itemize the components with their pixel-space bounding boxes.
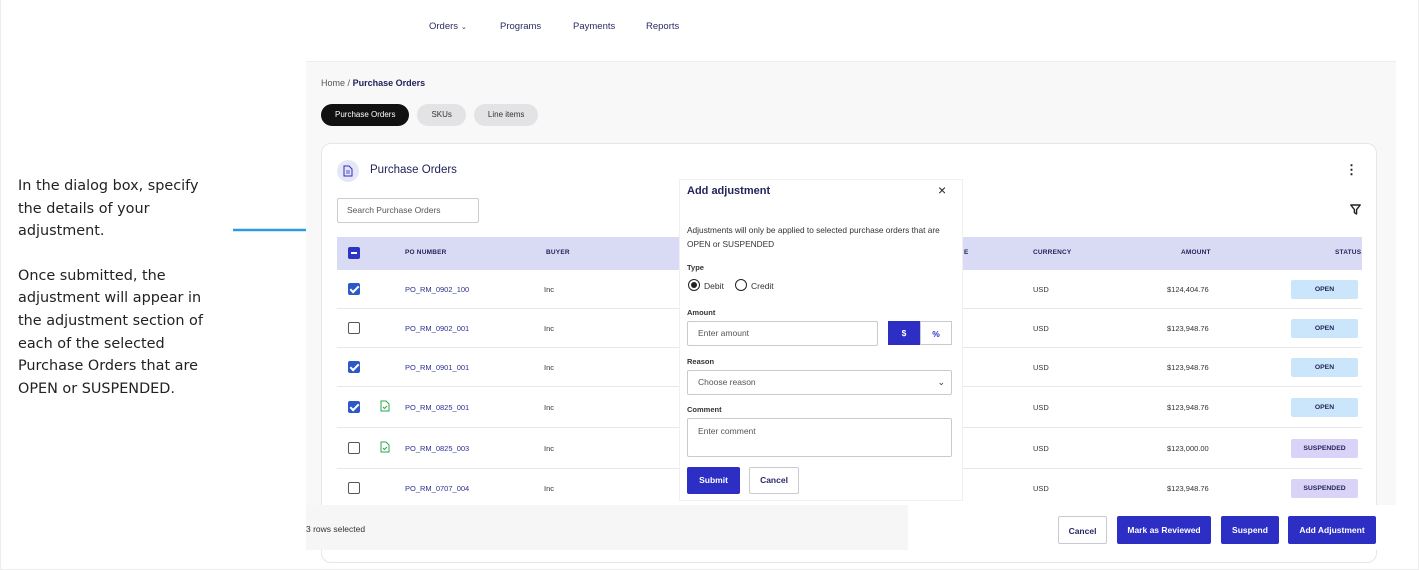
document-icon — [337, 160, 359, 182]
selection-count: 3 rows selected — [306, 524, 366, 534]
status-badge: OPEN — [1291, 398, 1358, 417]
close-icon[interactable]: × — [938, 182, 946, 198]
header-date-partial[interactable]: E — [964, 249, 969, 256]
po-number-link[interactable]: PO_RM_0902_001 — [405, 324, 469, 333]
comment-textarea[interactable]: Enter comment — [687, 418, 952, 457]
status-badge: OPEN — [1291, 280, 1358, 299]
bulk-action-bar: 3 rows selected Cancel Mark as Reviewed … — [306, 505, 1396, 550]
po-number-link[interactable]: PO_RM_0825_003 — [405, 444, 469, 453]
add-adjustment-dialog: Add adjustment × Adjustments will only b… — [680, 180, 962, 500]
row-checkbox[interactable] — [348, 361, 360, 373]
amount-cell: $123,948.76 — [1167, 403, 1209, 412]
po-number-link[interactable]: PO_RM_0901_001 — [405, 363, 469, 372]
reason-label: Reason — [687, 357, 715, 366]
buyer-cell: Inc — [544, 363, 555, 372]
header-po-number[interactable]: PO NUMBER — [405, 249, 447, 256]
debit-radio[interactable] — [688, 279, 700, 291]
view-tabs: Purchase Orders SKUs Line items — [321, 104, 539, 126]
status-badge: SUSPENDED — [1291, 479, 1358, 498]
more-options-icon[interactable]: ⋮ — [1345, 163, 1358, 176]
percent-toggle[interactable]: % — [920, 321, 952, 345]
status-badge: SUSPENDED — [1291, 439, 1358, 458]
top-nav: Orders ⌄ Programs Payments Reports — [306, 0, 1396, 62]
chevron-down-icon: ⌄ — [461, 24, 467, 31]
mark-as-reviewed-button[interactable]: Mark as Reviewed — [1117, 516, 1211, 544]
filter-icon[interactable] — [1350, 204, 1361, 215]
amount-input[interactable]: Enter amount — [687, 321, 878, 346]
currency-cell: USD — [1033, 403, 1049, 412]
chevron-down-icon: ⌄ — [937, 377, 945, 387]
nav-orders-label: Orders — [429, 21, 459, 32]
buyer-cell: Inc — [544, 324, 555, 333]
breadcrumb-separator: / — [347, 78, 351, 88]
nav-reports[interactable]: Reports — [646, 21, 679, 32]
breadcrumb-home[interactable]: Home — [321, 78, 345, 88]
credit-radio[interactable] — [735, 279, 747, 291]
status-badge: OPEN — [1291, 319, 1358, 338]
amount-cell: $123,000.00 — [1167, 444, 1209, 453]
buyer-cell: Inc — [544, 403, 555, 412]
comment-label: Comment — [687, 405, 722, 414]
footer-shade — [306, 505, 908, 550]
amount-cell: $124,404.76 — [1167, 285, 1209, 294]
row-checkbox[interactable] — [348, 401, 360, 413]
row-checkbox[interactable] — [348, 283, 360, 295]
instruction-callout: In the dialog box, specify the details o… — [18, 175, 223, 400]
po-number-link[interactable]: PO_RM_0707_004 — [405, 484, 469, 493]
nav-orders[interactable]: Orders ⌄ — [429, 21, 467, 32]
row-checkbox[interactable] — [348, 442, 360, 454]
amount-cell: $123,948.76 — [1167, 484, 1209, 493]
callout-paragraph-1: In the dialog box, specify the details o… — [18, 178, 199, 240]
document-check-icon — [380, 441, 390, 453]
header-currency[interactable]: CURRENCY — [1033, 249, 1071, 256]
breadcrumb-current: Purchase Orders — [352, 78, 426, 88]
row-checkbox[interactable] — [348, 482, 360, 494]
card-title: Purchase Orders — [370, 164, 457, 176]
select-all-checkbox[interactable] — [348, 247, 360, 259]
dollar-toggle[interactable]: $ — [888, 321, 920, 345]
document-check-icon — [380, 400, 390, 412]
header-buyer[interactable]: BUYER — [546, 249, 570, 256]
tab-line-items[interactable]: Line items — [473, 104, 539, 126]
row-checkbox[interactable] — [348, 322, 360, 334]
dialog-title: Add adjustment — [687, 185, 771, 197]
dialog-note: Adjustments will only be applied to sele… — [687, 225, 940, 249]
status-badge: OPEN — [1291, 358, 1358, 377]
dialog-cancel-button[interactable]: Cancel — [749, 467, 799, 494]
currency-cell: USD — [1033, 444, 1049, 453]
cancel-button[interactable]: Cancel — [1058, 516, 1107, 544]
reason-select[interactable]: Choose reason ⌄ — [687, 370, 952, 395]
add-adjustment-button[interactable]: Add Adjustment — [1288, 516, 1376, 544]
po-number-link[interactable]: PO_RM_0825_001 — [405, 403, 469, 412]
submit-button[interactable]: Submit — [687, 467, 740, 494]
buyer-cell: Inc — [544, 444, 555, 453]
reason-select-value: Choose reason — [698, 377, 756, 387]
debit-label[interactable]: Debit — [704, 281, 724, 291]
currency-cell: USD — [1033, 484, 1049, 493]
header-amount[interactable]: AMOUNT — [1181, 249, 1211, 256]
buyer-cell: Inc — [544, 484, 555, 493]
nav-payments[interactable]: Payments — [573, 21, 615, 32]
currency-cell: USD — [1033, 324, 1049, 333]
currency-cell: USD — [1033, 363, 1049, 372]
search-input[interactable]: Search Purchase Orders — [337, 198, 479, 223]
amount-cell: $123,948.76 — [1167, 324, 1209, 333]
type-label: Type — [687, 263, 704, 272]
callout-paragraph-2: Once submitted, the adjustment will appe… — [18, 267, 203, 397]
amount-cell: $123,948.76 — [1167, 363, 1209, 372]
credit-label[interactable]: Credit — [751, 281, 774, 291]
suspend-button[interactable]: Suspend — [1221, 516, 1279, 544]
tab-purchase-orders[interactable]: Purchase Orders — [321, 104, 410, 126]
po-number-link[interactable]: PO_RM_0902_100 — [405, 285, 469, 294]
header-status[interactable]: STATUS — [1335, 249, 1361, 256]
nav-programs[interactable]: Programs — [500, 21, 541, 32]
breadcrumb: Home / Purchase Orders — [321, 78, 425, 88]
currency-cell: USD — [1033, 285, 1049, 294]
buyer-cell: Inc — [544, 285, 555, 294]
tab-skus[interactable]: SKUs — [417, 104, 466, 126]
amount-label: Amount — [687, 308, 716, 317]
